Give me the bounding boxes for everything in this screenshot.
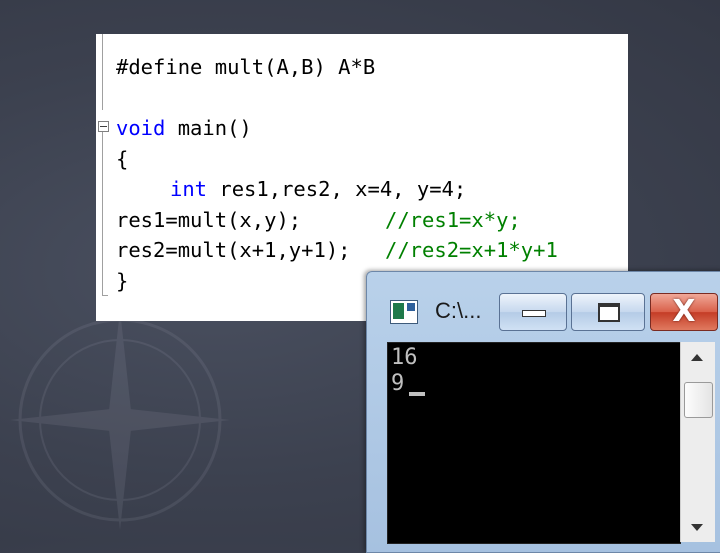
collapse-icon[interactable]	[98, 121, 109, 132]
main-signature: main()	[165, 116, 252, 140]
maximize-button[interactable]	[571, 293, 645, 331]
scroll-down-arrow-icon[interactable]	[691, 524, 703, 531]
fold-guide	[102, 132, 103, 296]
maximize-icon	[598, 303, 620, 322]
output-line-2: 9	[391, 371, 405, 396]
res2-statement: res2=mult(x+1,y+1);	[116, 238, 351, 262]
console-window[interactable]: C:\... X 16 9	[366, 271, 720, 553]
declaration-text: res1,res2, x=4, y=4;	[207, 177, 467, 201]
close-brace: }	[116, 269, 129, 293]
console-output-area[interactable]: 16 9	[387, 342, 681, 544]
console-title: C:\...	[435, 298, 482, 323]
fold-guide-end	[102, 295, 108, 296]
define-text: #define mult(A,B) A*B	[116, 55, 376, 79]
close-button[interactable]: X	[650, 293, 718, 331]
res1-statement: res1=mult(x,y);	[116, 208, 302, 232]
keyword-void: void	[116, 116, 166, 140]
code-line-define: #define mult(A,B) A*B	[116, 52, 375, 82]
open-brace: {	[116, 147, 129, 171]
keyword-int: int	[170, 177, 208, 201]
minimize-button[interactable]	[499, 293, 567, 331]
code-line-res2: res2=mult(x+1,y+1);	[116, 235, 351, 265]
comment-res2: //res2=x+1*y+1	[385, 238, 558, 262]
close-icon: X	[672, 294, 696, 329]
fold-guide	[102, 34, 103, 110]
code-line-res1: res1=mult(x,y);	[116, 205, 301, 235]
vertical-scrollbar[interactable]	[680, 342, 715, 542]
code-line-declaration: int res1,res2, x=4, y=4;	[170, 174, 466, 204]
scroll-up-arrow-icon[interactable]	[691, 354, 703, 361]
console-app-icon[interactable]	[390, 300, 418, 324]
code-line-main: void main()	[116, 113, 252, 143]
minimize-icon	[522, 310, 546, 317]
compass-watermark	[10, 310, 230, 530]
comment-res1: //res1=x*y;	[385, 208, 521, 232]
console-titlebar[interactable]: C:\... X	[367, 272, 720, 342]
code-line-open-brace: {	[116, 144, 128, 174]
text-cursor	[409, 392, 425, 396]
code-line-close-brace: }	[116, 266, 128, 296]
scrollbar-thumb[interactable]	[684, 382, 713, 418]
output-line-1: 16	[391, 345, 418, 370]
